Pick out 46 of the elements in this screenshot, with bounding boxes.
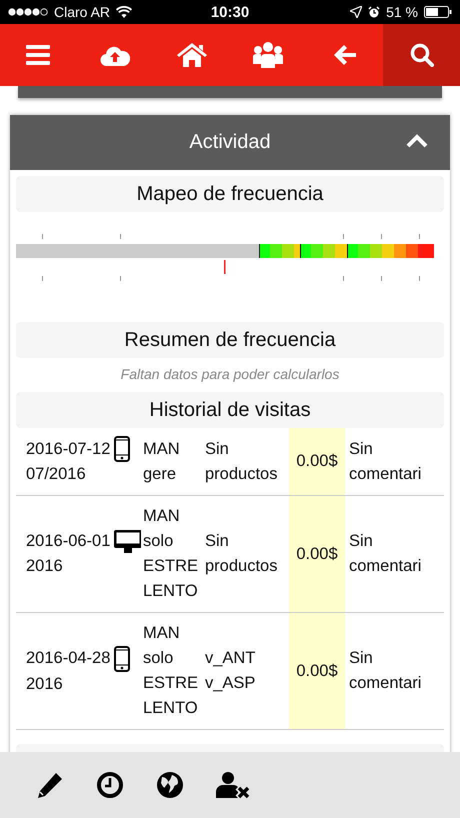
search-icon [410,43,434,67]
section-heading: Mapeo de frecuencia [16,176,444,212]
empty-note: Faltan datos para poder calcularlos [120,366,340,382]
amount-cell: 0.00$ [289,612,345,730]
section-header[interactable]: Actividad [10,115,450,170]
products-cell: Sin productos [205,532,278,575]
amount-cell: 0.00$ [289,496,345,612]
section-heading: Resumen de frecuencia [16,322,444,358]
comment-cell: Sin comentari [349,649,422,692]
globe-icon[interactable] [156,771,184,799]
phone-icon [114,646,130,672]
location-icon [350,6,362,18]
monitor-icon [114,530,141,554]
products-cell: Sin productos [205,440,278,482]
comment-cell: Sin comentari [349,532,422,575]
battery-icon [424,6,452,18]
visit-period: 07/2016 [26,465,86,483]
user-cell: MAN solo ESTRE LENTO [143,624,198,717]
comment-cell: Sin comentari [349,440,422,482]
visit-period: 2016 [26,557,63,575]
chevron-icon [406,134,428,148]
user-cell: MAN solo ESTRE LENTO [143,507,198,600]
remove-user-icon[interactable] [216,771,252,799]
signal-icon [8,8,48,16]
visit-date: 2016-07-12 [26,438,110,460]
home-icon [176,43,207,67]
wifi-icon [116,6,132,18]
clock-time: 10:30 [210,4,250,20]
visit-period: 2016 [26,674,63,692]
nav-button[interactable] [383,24,460,86]
phone-icon [114,436,130,462]
alarm-icon [368,6,380,18]
pencil-icon[interactable] [36,772,64,798]
user-cell: MAN gere [143,440,180,482]
back-arrow-icon [334,45,356,65]
battery-percent: 51 % [386,4,418,20]
cloud-upload-icon [100,44,130,66]
products-cell: v_ANT v_ASP [205,649,256,692]
carrier-name: Claro AR [54,4,110,20]
amount-cell: 0.00$ [289,428,345,496]
visit-date: 2016-04-28 [26,648,110,669]
visit-date: 2016-06-01 [26,531,110,552]
menu-icon [26,45,50,65]
group-icon [253,42,284,68]
clock-icon[interactable] [96,771,124,799]
section-heading: Historial de visitas [16,392,444,428]
